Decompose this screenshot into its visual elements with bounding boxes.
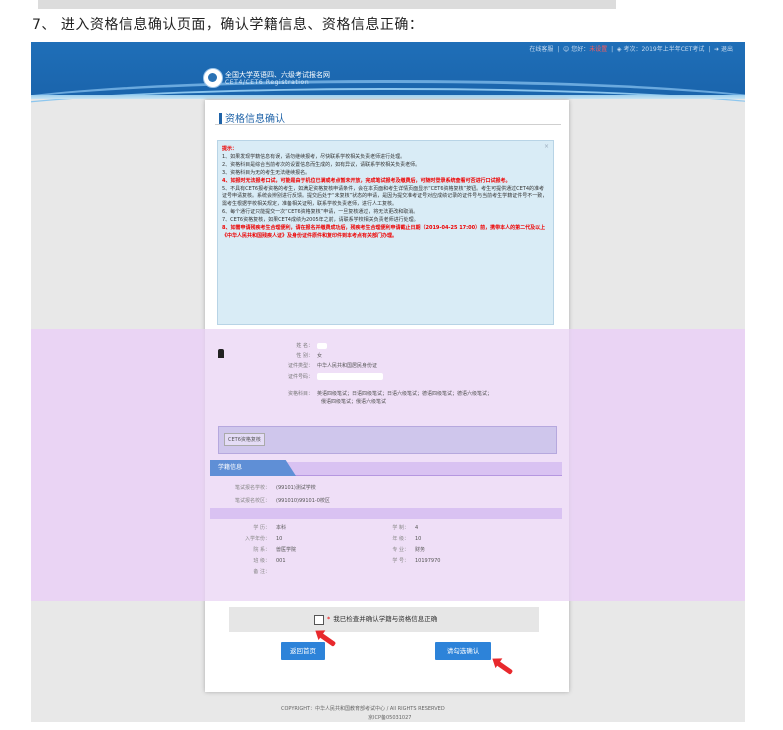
- school-value: (99101)测试学校: [276, 485, 316, 491]
- step-instruction: 7、 进入资格信息确认页面，确认学籍信息、资格信息正确：: [32, 17, 424, 33]
- campus-row: 笔试报名校区： (991010)99101-0校区: [210, 496, 562, 507]
- top-divider: [38, 0, 616, 9]
- table-row: 班 级： 001 学 号： 10197970: [253, 558, 441, 564]
- cet-logo-icon: [203, 68, 223, 88]
- agree-label: * 我已检查并确认学籍与资格信息正确: [327, 615, 438, 623]
- notice-line: 2、资格科目是综合当前考次的设置信息而生成的，如有异议，请联系学校相关负责老师。: [222, 161, 421, 168]
- cet6-review-button[interactable]: CET6资格复核: [224, 433, 265, 446]
- copyright: COPYRIGHT：中华人民共和国教育部考试中心 / All RIGHTS RE…: [281, 706, 445, 712]
- subjects-value-2: 俄语四级笔试；俄语六级笔试: [321, 399, 387, 405]
- confirm-checkbox[interactable]: [314, 615, 324, 625]
- notice-line: 6、每个通行证只能提交一次“CET6资格复核”申请，一旦复核通过，将无法更改和取…: [222, 209, 419, 216]
- greeting: 您好：: [571, 46, 590, 53]
- notice-line: 7、CET6资格复核，如果CET4成绩为2005年之前，请联系学校相关负责老师进…: [222, 217, 419, 224]
- table-row: 备 注：: [253, 569, 270, 575]
- notice-line: 8、如需申请残疾考生合理便利，请在报名并缴费成功后，残疾考生合理便利申请截止日期…: [222, 225, 546, 239]
- page-title: 资格信息确认: [219, 110, 285, 125]
- gender-value: 女: [317, 353, 323, 359]
- user-icon: ☺: [563, 46, 570, 53]
- notice-heading: 提示：: [222, 146, 238, 152]
- subjects-value: 英语四级笔试；日语四级笔试；日语六级笔试；德语四级笔试；德语六级笔试；: [317, 391, 493, 397]
- confirm-button[interactable]: 请勾选确认: [435, 642, 491, 660]
- campus-value: (991010)99101-0校区: [276, 498, 330, 504]
- notice-line: 1、如果发现学籍信息有误，请勿继续报考，尽快联系学校相关负责老师进行处理。: [222, 153, 406, 160]
- school-row: 笔试报名学校： (99101)测试学校: [210, 483, 562, 494]
- logout-link[interactable]: 退出: [721, 46, 733, 53]
- idtype-value: 中华人民共和国居民身份证: [317, 363, 378, 369]
- site-subtitle: CET4/CET6 Registration: [225, 79, 310, 86]
- screenshot-frame: 在线客服 | ☺ 您好：未设置 | ◈ 考次：2019年上半年CET考试 | ➜…: [31, 42, 745, 722]
- table-row: 入学年份： 10 年 级： 10: [244, 536, 422, 542]
- close-icon[interactable]: ×: [544, 143, 549, 151]
- site-header: 在线客服 | ☺ 您好：未设置 | ◈ 考次：2019年上半年CET考试 | ➜…: [31, 42, 745, 97]
- xueji-tab: 学籍信息: [210, 460, 296, 476]
- person-silhouette-icon: [218, 349, 224, 358]
- logout-icon: ➜: [714, 46, 720, 53]
- idnum-redacted: [317, 373, 383, 380]
- icp-number: 京ICP备05031027: [368, 715, 412, 721]
- top-utility-bar: 在线客服 | ☺ 您好：未设置 | ◈ 考次：2019年上半年CET考试 | ➜…: [529, 46, 733, 53]
- notice-box: × 提示： 1、如果发现学籍信息有误，请勿继续报考，尽快联系学校相关负责老师进行…: [217, 140, 554, 325]
- exam-session: 考次：2019年上半年CET考试: [623, 46, 705, 53]
- table-row: 学 历： 本科 学 制： 4: [253, 525, 419, 531]
- review-box: CET6资格复核: [218, 426, 557, 454]
- online-help-link[interactable]: 在线客服: [529, 46, 553, 53]
- back-home-button[interactable]: 返回首页: [281, 642, 325, 660]
- exam-icon: ◈: [616, 46, 622, 53]
- notice-line: 5、不具有CET6报考资格的考生，如满足资格复核申请条件，会在本页面和考生详情页…: [222, 185, 548, 208]
- table-row: 院 系： 兽医学院 专 业： 财务: [253, 547, 426, 553]
- notice-line: 3、资格科目为无的考生无法继续报名。: [222, 169, 311, 176]
- greeting-status[interactable]: 未设置: [589, 46, 607, 53]
- notice-line: 4、如报时无法报考口试，可能是由于机位已满或考点暂未开放，完成笔试报考及缴费后，…: [222, 177, 511, 184]
- name-redacted: [317, 342, 327, 349]
